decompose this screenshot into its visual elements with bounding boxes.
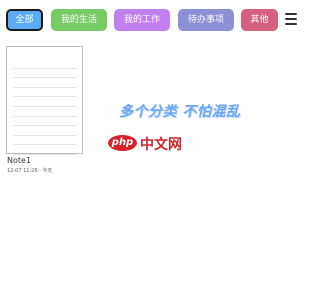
tab-todo[interactable]: 待办事项 xyxy=(178,9,234,31)
tab-my-work[interactable]: 我的工作 xyxy=(114,9,170,31)
note-preview-lines xyxy=(13,59,76,155)
logo-text: 中文网 xyxy=(140,137,182,153)
hamburger-menu-icon[interactable] xyxy=(285,13,297,26)
tab-my-life[interactable]: 我的生活 xyxy=(51,9,107,31)
note-card[interactable] xyxy=(6,46,83,155)
note-timestamp: 12-07 11:26 · 今天 xyxy=(7,168,53,174)
tab-all[interactable]: 全部 xyxy=(6,9,43,31)
note-title[interactable]: Note1 xyxy=(7,156,31,165)
logo-badge: php xyxy=(108,135,137,151)
category-tabbar: 全部 我的生活 我的工作 待办事项 其他 xyxy=(0,0,300,40)
tab-other[interactable]: 其他 xyxy=(241,9,278,31)
banner-text: 多个分类 不怕混乱 xyxy=(119,104,241,120)
